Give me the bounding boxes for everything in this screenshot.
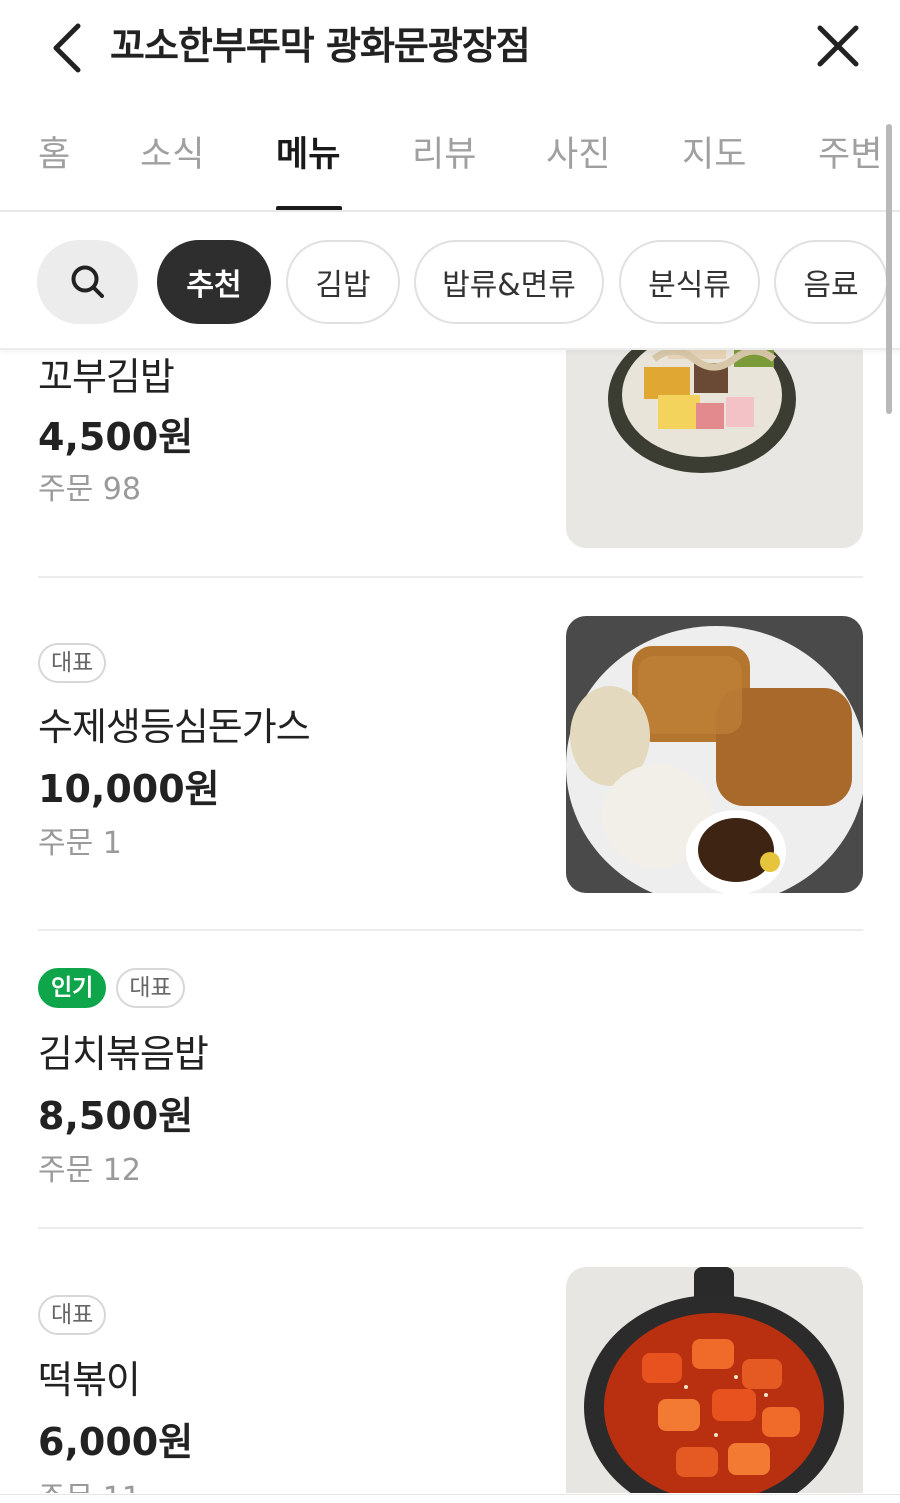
pork-cutlet-photo[interactable] [566,616,863,893]
menu-item-orders: 주문 11 [38,1473,141,1493]
menu-item-price: 10,000원 [38,767,220,811]
tab-bar: 홈 소식 메뉴 리뷰 사진 지도 주변 [0,100,900,212]
tab-nearby[interactable]: 주변 [818,130,882,180]
scrollbar[interactable] [886,124,892,414]
menu-item-kimchi-fried-rice[interactable]: 인기 대표 김치볶음밥 8,500원 주문 12 [0,931,900,1227]
active-tab-indicator [276,206,342,210]
menu-list: 꼬부김밥 4,500원 주문 98 대표 수제생등심돈가스 10,000원 주문… [0,350,900,1493]
close-button[interactable] [808,16,868,76]
menu-item-badges: 대표 [38,643,107,683]
menu-item-orders: 주문 12 [38,1153,141,1188]
signature-badge: 대표 [38,1295,107,1335]
top-bar: 꼬소한부뚜막 광화문광장점 [0,0,900,100]
tab-home[interactable]: 홈 [38,130,70,180]
chip-recommended[interactable]: 추천 [157,240,271,324]
tab-menu[interactable]: 메뉴 [276,130,340,180]
popular-badge: 인기 [38,968,107,1008]
search-icon [71,265,104,298]
kimbap-photo[interactable] [566,350,863,548]
bottom-edge [0,1494,900,1503]
menu-item-tteokbokki[interactable]: 대표 떡볶이 6,000원 주문 11 [0,1229,900,1493]
page-title: 꼬소한부뚜막 광화문광장점 [110,24,531,68]
chip-kimbap[interactable]: 김밥 [286,240,400,324]
menu-item-orders: 주문 98 [38,472,141,507]
menu-item-kimbap[interactable]: 꼬부김밥 4,500원 주문 98 [0,350,900,576]
menu-item-price: 4,500원 [38,415,194,459]
menu-item-name: 떡볶이 [38,1358,141,1402]
chip-snacks[interactable]: 분식류 [619,240,760,324]
menu-item-name: 꼬부김밥 [38,355,175,399]
menu-search-button[interactable] [37,240,138,324]
menu-item-orders: 주문 1 [38,826,122,861]
menu-item-badges: 인기 대표 [38,968,185,1008]
back-button[interactable] [38,18,94,78]
signature-badge: 대표 [116,968,185,1008]
chevron-left-icon [53,23,81,73]
close-icon [817,25,859,67]
menu-item-price: 8,500원 [38,1094,194,1138]
chip-drinks[interactable]: 음료 [774,240,888,324]
tab-photos[interactable]: 사진 [546,130,610,180]
menu-item-badges: 대표 [38,1295,107,1335]
menu-item-name: 김치볶음밥 [38,1032,209,1076]
menu-item-pork-cutlet[interactable]: 대표 수제생등심돈가스 10,000원 주문 1 [0,578,900,930]
tab-map[interactable]: 지도 [682,130,746,180]
tab-reviews[interactable]: 리뷰 [412,130,476,180]
menu-item-price: 6,000원 [38,1420,194,1464]
category-filter-bar: 추천 김밥 밥류&면류 분식류 음료 [0,212,900,350]
menu-item-name: 수제생등심돈가스 [38,705,311,749]
tteokbokki-photo[interactable] [566,1267,863,1493]
signature-badge: 대표 [38,643,107,683]
tab-news[interactable]: 소식 [140,130,204,180]
chip-rice-noodles[interactable]: 밥류&면류 [414,240,604,324]
